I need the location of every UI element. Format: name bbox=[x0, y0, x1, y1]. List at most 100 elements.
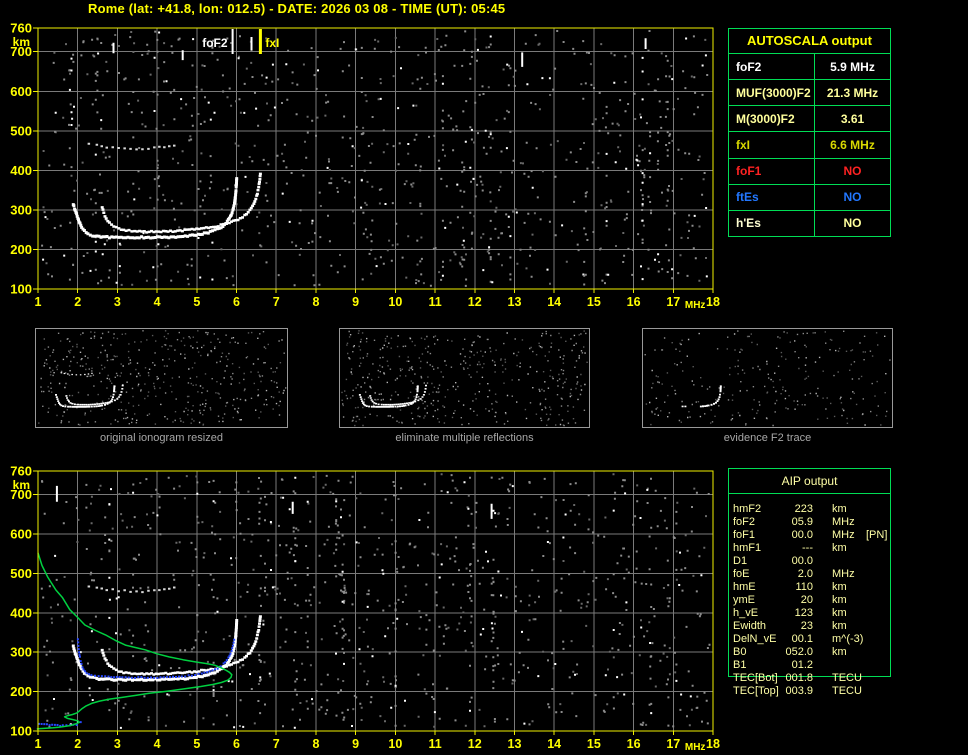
aip-extra bbox=[866, 659, 903, 672]
autoscala-row-m3000f2: M(3000)F2 3.61 bbox=[729, 105, 890, 132]
x-axis-tick-label: 12 bbox=[468, 295, 482, 309]
autoscala-table-rows: foF2 5.9 MHz MUF(3000)F2 21.3 MHz M(3000)F2 3… bbox=[729, 54, 890, 236]
noise-column-gray bbox=[106, 476, 678, 727]
x-axis-tick-label: 9 bbox=[352, 737, 359, 751]
bottom_ionogram-plot: 760700600500400300200100km1 2 3 4 5 6 7 8 9 10 11 1… bbox=[10, 464, 720, 754]
aip-row-hmf1: hmF1 --- km bbox=[728, 542, 903, 555]
aip-unit: TECU bbox=[832, 672, 862, 684]
aip-label: DelN_vE bbox=[733, 633, 777, 645]
y-axis-tick-label: 100 bbox=[10, 724, 32, 739]
aip-row-hme: hmE 110 km bbox=[728, 581, 903, 594]
aip-unit: km bbox=[832, 581, 847, 593]
parameter-value: NO bbox=[814, 210, 890, 236]
thumbnail-noise bbox=[348, 332, 586, 426]
x-axis-tick-label: 1 bbox=[35, 737, 42, 751]
parameter-label: foF1 bbox=[736, 164, 762, 179]
y-axis-tick-label: 760 bbox=[10, 464, 32, 479]
second-hop-trace bbox=[87, 585, 176, 594]
autoscala-row-ftes: ftEs NO bbox=[729, 183, 890, 210]
x-axis-unit-label: MHz bbox=[685, 300, 706, 311]
thumbnail-caption-evidence: evidence F2 trace bbox=[723, 432, 812, 444]
aip-label: TEC[Bot] bbox=[733, 672, 778, 684]
aip-row-b1: B1 01.2 bbox=[728, 659, 903, 672]
thumbnail-caption-eliminate: eliminate multiple reflections bbox=[395, 432, 534, 444]
thumbnail-noise bbox=[649, 332, 887, 426]
plot-gridlines bbox=[38, 28, 713, 289]
aip-value: 2.0 bbox=[797, 568, 813, 580]
aip-extra bbox=[866, 594, 903, 607]
x-axis-tick-label: 8 bbox=[312, 295, 319, 309]
parameter-value: NO bbox=[814, 184, 890, 210]
x-axis-tick-label: 1 bbox=[35, 295, 42, 309]
x-axis-tick-label: 7 bbox=[273, 737, 280, 751]
x-axis-tick-label: 13 bbox=[508, 295, 522, 309]
fxI-marker-line bbox=[258, 29, 262, 54]
aip-value: 001.8 bbox=[785, 672, 813, 684]
aip-row-b0: B0 052.0 km bbox=[728, 646, 903, 659]
aip-row-hve: h_vE 123 km bbox=[728, 607, 903, 620]
parameter-label: fxI bbox=[736, 137, 751, 152]
x-axis-tick-label: 7 bbox=[273, 295, 280, 309]
x-axis-tick-label: 11 bbox=[428, 737, 441, 751]
autoscala-row-hes: h'Es NO bbox=[729, 209, 890, 236]
aip-extra bbox=[866, 581, 903, 594]
aip-value: 23 bbox=[800, 620, 813, 632]
y-axis-tick-label: 200 bbox=[10, 684, 32, 699]
aip-row-fof2: foF2 05.9 MHz bbox=[728, 516, 903, 529]
y-axis-tick-label: 600 bbox=[10, 527, 32, 542]
y-axis-tick-label: 300 bbox=[10, 202, 32, 217]
x-axis-tick-label: 10 bbox=[388, 737, 402, 751]
parameter-label: M(3000)F2 bbox=[736, 111, 795, 126]
noise-speckle-gray bbox=[41, 30, 709, 287]
parameter-label: foF2 bbox=[736, 59, 762, 74]
aip-extra bbox=[866, 620, 903, 633]
aip-value: 00.0 bbox=[791, 529, 813, 541]
thumbnail-noise bbox=[43, 331, 285, 424]
aip-unit: km bbox=[832, 620, 847, 632]
second-hop-trace bbox=[87, 142, 176, 151]
thumbnail-border bbox=[35, 328, 288, 428]
aip-row-delnve: DelN_vE 00.1 m^(-3) bbox=[728, 633, 903, 646]
aip-extra bbox=[866, 568, 903, 581]
thumbnail-0 bbox=[35, 328, 288, 428]
axis-ticks bbox=[33, 27, 714, 293]
aip-value: 01.2 bbox=[791, 659, 813, 671]
aip-unit: MHz bbox=[832, 516, 855, 528]
aip-value: 123 bbox=[794, 607, 813, 619]
x-axis-tick-label: 6 bbox=[233, 737, 240, 751]
y-axis-unit-label: km bbox=[13, 478, 30, 492]
aip-value: --- bbox=[802, 542, 813, 554]
y-axis-tick-label: 760 bbox=[10, 21, 32, 36]
autoscala-output-screen: Rome (lat: +41.8, lon: 012.5) - DATE: 20… bbox=[0, 0, 968, 755]
y-axis-tick-label: 100 bbox=[10, 282, 32, 297]
y-axis-tick-label: 300 bbox=[10, 645, 32, 660]
parameter-label: MUF(3000)F2 bbox=[736, 85, 811, 100]
aip-value: 00.1 bbox=[791, 633, 813, 645]
x-axis-tick-label: 16 bbox=[627, 737, 641, 751]
aip-label: B1 bbox=[733, 659, 747, 671]
x-axis-tick-label: 14 bbox=[547, 295, 561, 309]
fxI-marker-label: fxI bbox=[265, 36, 279, 50]
aip-label: ymE bbox=[733, 594, 755, 606]
y-axis-tick-label: 200 bbox=[10, 242, 32, 257]
parameter-value: 21.3 MHz bbox=[814, 80, 890, 106]
aip-value: 052.0 bbox=[785, 646, 813, 658]
y-axis-tick-label: 500 bbox=[10, 566, 32, 581]
x-axis-tick-label: 5 bbox=[193, 737, 200, 751]
aip-label: D1 bbox=[733, 555, 748, 567]
x-axis-tick-label: 18 bbox=[706, 295, 720, 309]
aip-label: TEC[Top] bbox=[733, 685, 779, 697]
x-axis-tick-label: 5 bbox=[193, 295, 200, 309]
x-axis-tick-label: 14 bbox=[547, 737, 561, 751]
top_ionogram-plot: 760700600500400300200100km1 2 3 4 5 6 7 8 9 10 11 1… bbox=[10, 21, 720, 312]
aip-value: 00.0 bbox=[791, 555, 813, 567]
x-axis-tick-label: 15 bbox=[587, 295, 601, 309]
aip-row-d1: D1 00.0 bbox=[728, 555, 903, 568]
x-axis-tick-label: 18 bbox=[706, 737, 720, 751]
aip-unit: MHz bbox=[832, 568, 855, 580]
noise-speckle-dark bbox=[42, 31, 707, 286]
x-axis-tick-label: 6 bbox=[233, 295, 240, 309]
thumbnail-caption-original: original ionogram resized bbox=[100, 432, 223, 444]
aip-row-hmf2: hmF2 223 km bbox=[728, 503, 903, 516]
x-axis-tick-label: 17 bbox=[666, 295, 680, 309]
